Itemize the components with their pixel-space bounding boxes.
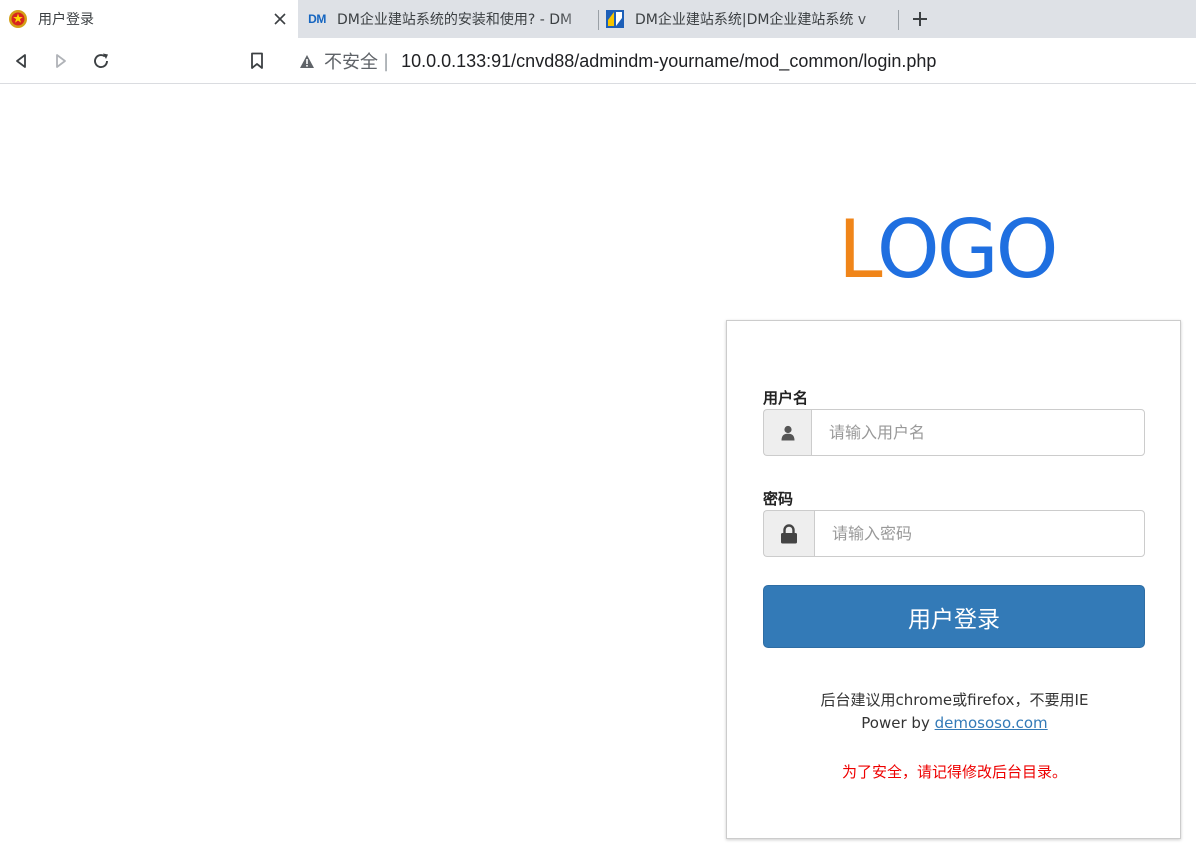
- login-button[interactable]: 用户登录: [763, 585, 1145, 648]
- lock-icon: [763, 510, 814, 557]
- tab-dm-install[interactable]: DM DM企业建站系统的安装和使用? - DM: [300, 0, 598, 38]
- back-arrow-icon: [16, 54, 26, 68]
- tab-login[interactable]: 用户登录: [0, 0, 298, 38]
- security-tip: 为了安全，请记得修改后台目录。: [841, 763, 1067, 781]
- tab-separator: [598, 10, 599, 30]
- tab-dm-system[interactable]: DM企业建站系统|DM企业建站系统 v: [600, 0, 898, 38]
- password-input[interactable]: [814, 510, 1145, 557]
- dm-icon: DM: [308, 12, 326, 26]
- logo-first-letter: L: [838, 203, 880, 296]
- username-group: [763, 409, 1145, 456]
- bookmark-button[interactable]: [245, 49, 269, 73]
- dm-square-icon: [605, 9, 625, 29]
- address-separator: |: [383, 50, 390, 72]
- address-bar[interactable]: 不安全 | 10.0.0.133:91/cnvd88/admindm-yourn…: [285, 43, 1196, 79]
- power-by-prefix: Power by: [861, 714, 930, 732]
- tab-strip: 用户登录 DM DM企业建站系统的安装和使用? - DM DM企业建站系统|DM…: [0, 0, 1196, 38]
- site-logo: LOGO: [838, 210, 1059, 290]
- logo-rest: OGO: [876, 203, 1059, 296]
- tab-title: DM企业建站系统的安装和使用? - DM: [337, 12, 573, 28]
- browser-tip: 后台建议用chrome或firefox，不要用IE: [820, 691, 1089, 709]
- username-label: 用户名: [763, 389, 809, 407]
- user-icon: [763, 409, 811, 456]
- tab-title: DM企业建站系统|DM企业建站系统 v: [635, 12, 867, 28]
- password-group: [763, 510, 1145, 557]
- tab-separator: [898, 10, 899, 30]
- back-button[interactable]: [9, 49, 33, 73]
- power-by-line: Power by demososo.com: [727, 714, 1182, 732]
- warning-icon[interactable]: [299, 54, 315, 69]
- reload-button[interactable]: [89, 49, 113, 73]
- login-panel: 用户名 密码 用户登录 后台建议用chrome或firefox，不要用IE Po…: [726, 320, 1181, 839]
- bookmark-icon: [251, 52, 263, 69]
- reload-icon: [94, 53, 108, 68]
- new-tab-button[interactable]: [908, 7, 932, 31]
- demososo-link[interactable]: demososo.com: [935, 714, 1048, 732]
- password-label: 密码: [763, 490, 794, 508]
- tab-title: 用户登录: [38, 12, 94, 28]
- forward-arrow-icon: [56, 54, 66, 68]
- browser-toolbar: 不安全 | 10.0.0.133:91/cnvd88/admindm-yourn…: [0, 38, 1196, 84]
- username-input[interactable]: [811, 409, 1145, 456]
- url-text[interactable]: 10.0.0.133:91/cnvd88/admindm-yourname/mo…: [401, 51, 936, 72]
- emblem-icon: [8, 9, 28, 29]
- security-status[interactable]: 不安全: [324, 48, 378, 74]
- close-icon[interactable]: [270, 9, 290, 29]
- forward-button[interactable]: [49, 49, 73, 73]
